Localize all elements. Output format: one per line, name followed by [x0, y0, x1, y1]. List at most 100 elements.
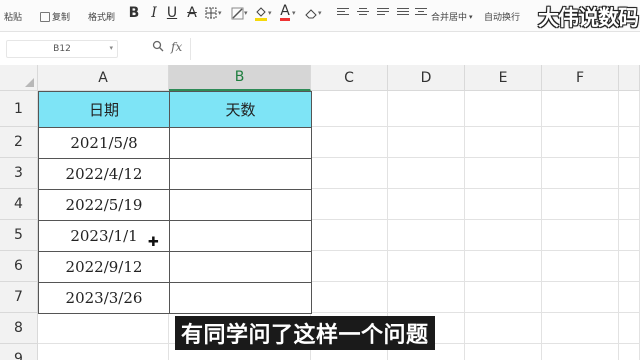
- grid-cell[interactable]: [542, 189, 619, 220]
- grid-cell[interactable]: [465, 158, 542, 189]
- row-header-6[interactable]: 6: [0, 251, 38, 282]
- row-header-4[interactable]: 4: [0, 189, 38, 220]
- column-header-e[interactable]: E: [465, 65, 542, 91]
- grid-cell[interactable]: [542, 158, 619, 189]
- fx-icon[interactable]: fx: [171, 40, 182, 54]
- grid-cell[interactable]: [465, 282, 542, 313]
- paste-button[interactable]: 粘贴: [4, 10, 22, 23]
- row-header-3[interactable]: 3: [0, 158, 38, 189]
- column-header-b[interactable]: B: [169, 65, 311, 91]
- cell-b2[interactable]: [169, 127, 312, 159]
- copy-button[interactable]: 复制: [40, 10, 70, 23]
- merge-center-button[interactable]: 合并居中 ▾: [431, 10, 473, 24]
- row-header-7[interactable]: 7: [0, 282, 38, 313]
- grid-cell[interactable]: [388, 127, 465, 158]
- chevron-down-icon[interactable]: ▾: [268, 9, 272, 17]
- row-header-5[interactable]: 5: [0, 220, 38, 251]
- grid-cell[interactable]: [465, 127, 542, 158]
- align-justify-button[interactable]: [397, 6, 409, 18]
- strikethrough-button[interactable]: A: [183, 3, 201, 23]
- grid-cell[interactable]: [311, 189, 388, 220]
- grid-cell[interactable]: [542, 127, 619, 158]
- grid-cell[interactable]: [465, 189, 542, 220]
- select-all-corner[interactable]: [0, 65, 38, 91]
- grid-cell[interactable]: [619, 251, 640, 282]
- grid-cell[interactable]: [388, 91, 465, 127]
- align-middle-button[interactable]: [357, 6, 369, 18]
- row-header-2[interactable]: 2: [0, 127, 38, 158]
- grid-cell[interactable]: [619, 282, 640, 313]
- grid-cell[interactable]: [311, 251, 388, 282]
- grid-cell[interactable]: [542, 220, 619, 251]
- grid-cell[interactable]: [619, 313, 640, 344]
- cell-a6[interactable]: 2022/9/12: [38, 251, 170, 283]
- grid-cell[interactable]: [619, 344, 640, 360]
- italic-button[interactable]: I: [145, 3, 163, 23]
- bold-button[interactable]: B: [125, 3, 143, 23]
- chevron-down-icon[interactable]: ▾: [218, 9, 222, 17]
- name-box[interactable]: B12 ▾: [6, 40, 118, 58]
- row-header-8[interactable]: 8: [0, 313, 38, 344]
- cell-a4[interactable]: 2022/5/19: [38, 189, 170, 221]
- grid-cell[interactable]: [311, 127, 388, 158]
- grid-cell[interactable]: [388, 189, 465, 220]
- grid-cell[interactable]: [311, 220, 388, 251]
- chevron-down-icon: ▾: [109, 44, 113, 52]
- grid-cell[interactable]: [542, 344, 619, 360]
- column-header-a[interactable]: A: [38, 65, 169, 91]
- grid-cell[interactable]: [465, 220, 542, 251]
- grid-cell[interactable]: [542, 91, 619, 127]
- grid-cell[interactable]: [388, 220, 465, 251]
- cell-b5[interactable]: [169, 220, 312, 252]
- cell-a2[interactable]: 2021/5/8: [38, 127, 170, 159]
- grid-cell[interactable]: [38, 344, 169, 360]
- eraser-icon: [305, 9, 317, 19]
- distribute-button[interactable]: [415, 6, 427, 18]
- column-header-f[interactable]: F: [542, 65, 619, 91]
- cell-b3[interactable]: [169, 158, 312, 190]
- underline-button[interactable]: U: [163, 3, 181, 23]
- grid-cell[interactable]: [619, 158, 640, 189]
- chevron-down-icon[interactable]: ▾: [318, 9, 322, 17]
- grid-cell[interactable]: [542, 313, 619, 344]
- grid-cell[interactable]: [388, 158, 465, 189]
- zoom-icon[interactable]: [152, 40, 164, 55]
- column-header-c[interactable]: C: [311, 65, 388, 91]
- format-painter-button[interactable]: 格式刷: [88, 10, 115, 23]
- chevron-down-icon[interactable]: ▾: [244, 9, 248, 17]
- grid-cell[interactable]: [465, 344, 542, 360]
- cell-a1[interactable]: 日期: [38, 91, 170, 128]
- grid-cell[interactable]: [465, 313, 542, 344]
- column-header-d[interactable]: D: [388, 65, 465, 91]
- cell-b6[interactable]: [169, 251, 312, 283]
- grid-cell[interactable]: [465, 91, 542, 127]
- grid-cell[interactable]: [619, 220, 640, 251]
- row-header-1[interactable]: 1: [0, 91, 38, 127]
- cell-b4[interactable]: [169, 189, 312, 221]
- grid-cell[interactable]: [38, 313, 169, 344]
- grid-cell[interactable]: [619, 189, 640, 220]
- grid-cell[interactable]: [311, 91, 388, 127]
- grid-cell[interactable]: [619, 127, 640, 158]
- formula-input[interactable]: [190, 38, 640, 60]
- autowrap-button[interactable]: 自动换行: [484, 10, 520, 23]
- align-top-button[interactable]: [337, 6, 349, 18]
- row-header-9[interactable]: 9: [0, 344, 38, 360]
- cell-a3[interactable]: 2022/4/12: [38, 158, 170, 190]
- cell-a7[interactable]: 2023/3/26: [38, 282, 170, 314]
- grid-cell[interactable]: [465, 251, 542, 282]
- video-subtitle: 有同学问了这样一个问题: [175, 316, 435, 350]
- grid-cell[interactable]: [542, 251, 619, 282]
- column-header-g[interactable]: [619, 65, 640, 91]
- grid-cell[interactable]: [388, 251, 465, 282]
- cell-b1[interactable]: 天数: [169, 91, 312, 128]
- grid-cell[interactable]: [388, 282, 465, 313]
- grid-cell[interactable]: [542, 282, 619, 313]
- align-bottom-button[interactable]: [377, 6, 389, 18]
- chevron-down-icon[interactable]: ▾: [292, 9, 296, 17]
- copy-label: 复制: [52, 13, 71, 23]
- grid-cell[interactable]: [311, 282, 388, 313]
- grid-cell[interactable]: [619, 91, 640, 127]
- cell-b7[interactable]: [169, 282, 312, 314]
- grid-cell[interactable]: [311, 158, 388, 189]
